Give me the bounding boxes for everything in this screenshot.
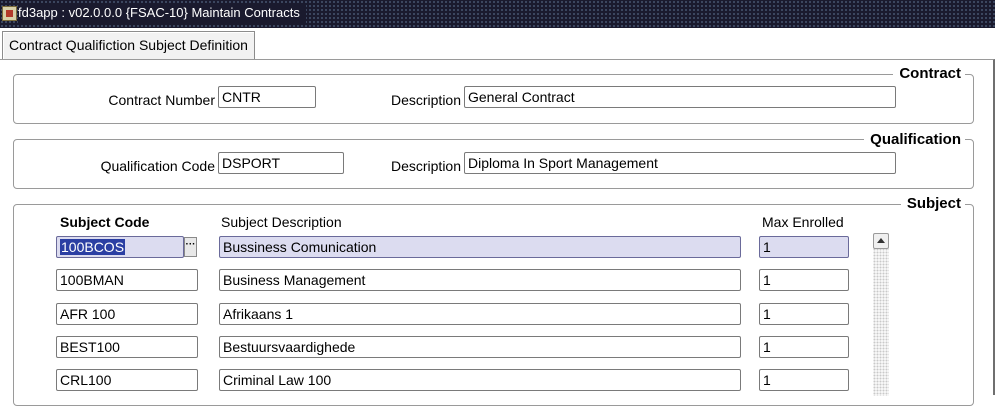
contract-number-field[interactable]: CNTR bbox=[218, 86, 316, 108]
arrow-up-icon[interactable] bbox=[873, 233, 889, 249]
subject-description-field[interactable]: Afrikaans 1 bbox=[219, 303, 741, 325]
subject-code-selected-text: 100BCOS bbox=[60, 239, 126, 255]
form-content: Contract Contract Number CNTR Descriptio… bbox=[0, 59, 995, 406]
tab-bar: Contract Qualifiction Subject Definition bbox=[0, 28, 995, 60]
max-enrolled-field[interactable]: 1 bbox=[759, 236, 849, 258]
max-enrolled-field[interactable]: 1 bbox=[759, 336, 849, 358]
subject-description-field[interactable]: Business Management bbox=[219, 269, 741, 291]
max-enrolled-field[interactable]: 1 bbox=[759, 369, 849, 391]
subject-description-header: Subject Description bbox=[221, 214, 342, 230]
subject-code-header: Subject Code bbox=[60, 214, 150, 230]
qualification-description-label: Description bbox=[390, 158, 461, 174]
qualification-group-title: Qualification bbox=[864, 131, 965, 149]
contract-group-title: Contract bbox=[893, 65, 965, 83]
subject-code-field[interactable]: AFR 100 bbox=[56, 303, 198, 325]
subject-description-field[interactable]: Bestuursvaardighede bbox=[219, 336, 741, 358]
subject-scrollbar[interactable] bbox=[873, 233, 889, 396]
tab-contract-qualification-subject[interactable]: Contract Qualifiction Subject Definition bbox=[2, 31, 255, 59]
app-icon bbox=[2, 6, 17, 21]
subject-code-field[interactable]: BEST100 bbox=[56, 336, 198, 358]
contract-number-label: Contract Number bbox=[108, 92, 215, 108]
window-titlebar[interactable]: fd3app : v02.0.0.0 {FSAC-10} Maintain Co… bbox=[0, 0, 995, 28]
subject-description-field[interactable]: Bussiness Comunication bbox=[219, 236, 741, 258]
qualification-description-field[interactable]: Diploma In Sport Management bbox=[464, 152, 896, 174]
max-enrolled-header: Max Enrolled bbox=[762, 214, 844, 230]
subject-code-field[interactable]: CRL100 bbox=[56, 369, 198, 391]
contract-description-field[interactable]: General Contract bbox=[464, 86, 896, 108]
qualification-code-label: Qualification Code bbox=[100, 158, 215, 174]
ellipsis-icon[interactable]: ··· bbox=[184, 237, 197, 257]
subject-code-field[interactable]: 100BMAN bbox=[56, 269, 198, 291]
qualification-code-field[interactable]: DSPORT bbox=[218, 152, 344, 174]
max-enrolled-field[interactable]: 1 bbox=[759, 303, 849, 325]
contract-description-label: Description bbox=[390, 92, 461, 108]
subject-group-title: Subject bbox=[900, 195, 965, 213]
max-enrolled-field[interactable]: 1 bbox=[759, 269, 849, 291]
window-title: fd3app : v02.0.0.0 {FSAC-10} Maintain Co… bbox=[18, 3, 306, 23]
subject-code-field[interactable]: 100BCOS bbox=[56, 236, 184, 258]
subject-description-field[interactable]: Criminal Law 100 bbox=[219, 369, 741, 391]
